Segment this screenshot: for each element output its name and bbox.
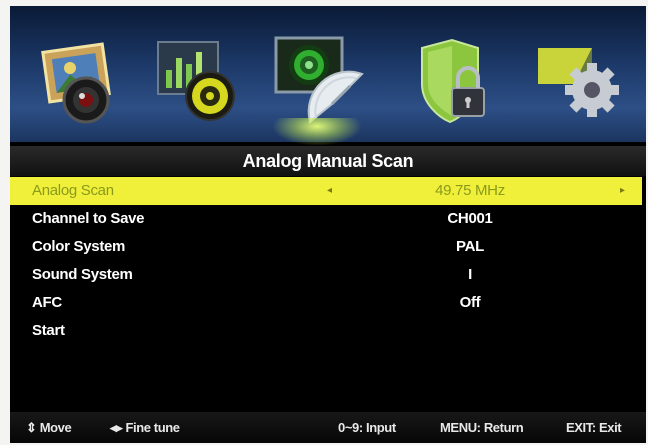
menu-icon-bar (10, 6, 646, 146)
tv-osd-screen: Analog Manual Scan Analog Scan ◂ 49.75 M… (10, 6, 646, 443)
key-hint-bar: ⇕ Move ◂▸ Fine tune 0~9: Input MENU: Ret… (10, 412, 646, 443)
analog-scan-row[interactable]: Analog Scan ◂ 49.75 MHz ▸ (10, 177, 642, 205)
channel-icon[interactable] (272, 34, 368, 130)
sound-system-row[interactable]: Sound System I (10, 261, 642, 289)
color-system-label: Color System (32, 238, 126, 255)
color-system-row[interactable]: Color System PAL (10, 233, 642, 261)
analog-scan-value: 49.75 MHz (435, 182, 505, 199)
selected-icon-highlight (272, 118, 362, 146)
move-hint: ⇕ Move (26, 420, 72, 435)
afc-value: Off (459, 294, 481, 311)
afc-row[interactable]: AFC Off (10, 289, 642, 317)
channel-to-save-value: CH001 (447, 210, 493, 227)
lock-icon[interactable] (408, 34, 504, 130)
start-row[interactable]: Start (10, 317, 642, 345)
input-hint: 0~9: Input (338, 420, 396, 435)
exit-hint: EXIT: Exit (566, 420, 622, 435)
setup-icon[interactable] (530, 34, 626, 130)
start-label: Start (32, 322, 65, 339)
channel-to-save-row[interactable]: Channel to Save CH001 (10, 205, 642, 233)
picture-icon[interactable] (32, 34, 128, 130)
arrow-right-icon[interactable]: ▸ (620, 177, 625, 205)
analog-scan-label: Analog Scan (32, 182, 114, 199)
channel-to-save-label: Channel to Save (32, 210, 145, 227)
color-system-value: PAL (456, 238, 484, 255)
sound-icon[interactable] (152, 34, 248, 130)
sound-system-label: Sound System (32, 266, 133, 283)
arrow-left-icon[interactable]: ◂ (327, 177, 332, 205)
page-title: Analog Manual Scan (10, 146, 646, 176)
sound-system-value: I (468, 266, 472, 283)
afc-label: AFC (32, 294, 62, 311)
settings-list: Analog Scan ◂ 49.75 MHz ▸ Channel to Sav… (10, 177, 646, 345)
menu-return-hint: MENU: Return (440, 420, 524, 435)
fine-tune-hint: ◂▸ Fine tune (110, 420, 180, 435)
